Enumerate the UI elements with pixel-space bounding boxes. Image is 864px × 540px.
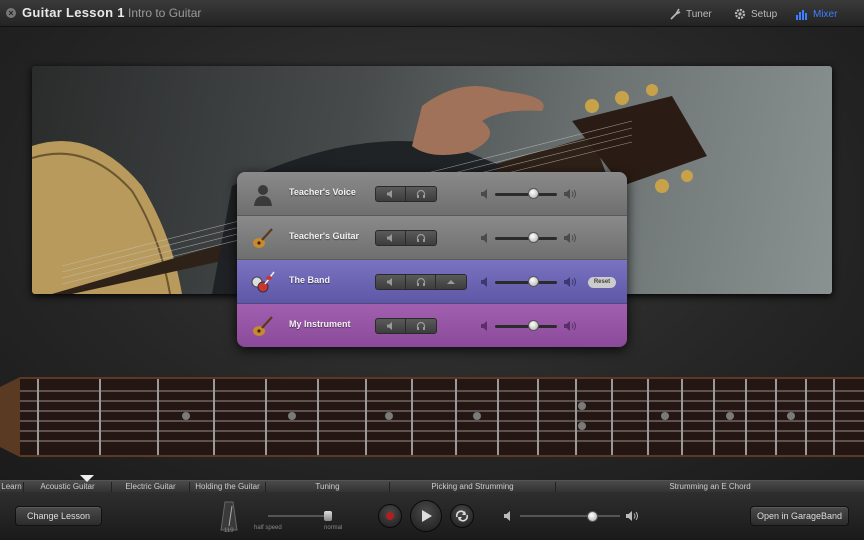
speaker-mute-icon: [386, 322, 392, 330]
headphones-icon: [416, 321, 426, 330]
track-buttons: [375, 186, 437, 202]
speaker-mute-icon: [386, 234, 392, 242]
speed-slider-knob[interactable]: [324, 511, 332, 521]
track-buttons: [375, 230, 437, 246]
solo-headphones-button[interactable]: [406, 231, 436, 245]
solo-headphones-button[interactable]: [406, 187, 436, 201]
speaker-mute-icon: [386, 190, 392, 198]
tuner-button[interactable]: Tuner: [668, 7, 712, 21]
solo-headphones-button[interactable]: [406, 319, 436, 333]
master-volume-slider[interactable]: [520, 511, 620, 522]
mixer-button[interactable]: Mixer: [795, 7, 837, 21]
playhead-marker[interactable]: [80, 475, 94, 482]
volume-knob[interactable]: [528, 276, 540, 287]
expand-band-button[interactable]: [436, 275, 466, 289]
track-volume-slider[interactable]: [495, 188, 557, 199]
record-button[interactable]: [378, 504, 402, 528]
acoustic-guitar-icon: [253, 316, 273, 336]
loop-button[interactable]: [450, 504, 474, 528]
volume-low-icon: [481, 321, 487, 331]
mixer-track-the-band: The Band Reset: [237, 260, 627, 304]
mixer-track-my-instrument: My Instrument: [237, 304, 627, 347]
person-silhouette-icon: [254, 185, 272, 206]
track-name: The Band: [289, 275, 331, 285]
volume-high-icon: [564, 321, 576, 331]
mute-button[interactable]: [376, 275, 406, 289]
band-instruments-icon: [251, 271, 275, 293]
speaker-mute-icon: [386, 278, 392, 286]
play-button[interactable]: [410, 500, 442, 532]
mute-button[interactable]: [376, 319, 406, 333]
volume-low-icon: [481, 233, 487, 243]
volume-high-icon: [564, 189, 576, 199]
triangle-up-icon: [447, 280, 455, 284]
track-volume-slider[interactable]: [495, 232, 557, 243]
volume-low-icon: [481, 189, 487, 199]
tuner-label: Tuner: [686, 8, 712, 20]
volume-high-icon: [564, 277, 576, 287]
volume-high-icon: [564, 233, 576, 243]
mixer-panel: Teacher's Voice Teacher's Guitar The Ban…: [237, 172, 627, 347]
play-icon: [422, 510, 432, 522]
headphones-icon: [416, 233, 426, 242]
mixer-label: Mixer: [813, 8, 838, 20]
setup-label: Setup: [751, 8, 778, 20]
mixer-track-teachers-voice: Teacher's Voice: [237, 172, 627, 216]
loop-icon: [455, 510, 469, 522]
mute-button[interactable]: [376, 187, 406, 201]
volume-high-icon: [626, 511, 638, 521]
master-volume-knob[interactable]: [586, 511, 598, 522]
track-volume-slider[interactable]: [495, 276, 557, 287]
volume-low-icon: [481, 277, 487, 287]
record-dot-icon: [386, 512, 394, 520]
change-lesson-button[interactable]: Change Lesson: [15, 506, 102, 526]
acoustic-guitar-icon: [253, 228, 273, 248]
title-bar: × Guitar Lesson 1 Intro to Guitar Tuner …: [0, 0, 864, 27]
close-lesson-button[interactable]: ×: [6, 8, 16, 18]
volume-knob[interactable]: [528, 188, 540, 199]
speed-max-label: normal: [324, 525, 343, 531]
track-buttons: [375, 318, 437, 334]
track-volume-slider[interactable]: [495, 320, 557, 331]
fretboard-display[interactable]: [0, 377, 864, 457]
volume-knob[interactable]: [528, 232, 540, 243]
lesson-title: Guitar Lesson 1: [22, 5, 125, 20]
mixer-bars-icon: [796, 10, 807, 20]
open-in-garageband-button[interactable]: Open in GarageBand: [750, 506, 849, 526]
solo-headphones-button[interactable]: [406, 275, 436, 289]
volume-low-icon: [504, 511, 510, 521]
speed-min-label: half speed: [254, 525, 282, 531]
mixer-track-teachers-guitar: Teacher's Guitar: [237, 216, 627, 260]
track-name: Teacher's Voice: [289, 187, 356, 197]
lesson-subtitle: Intro to Guitar: [128, 6, 202, 20]
track-buttons: [375, 274, 467, 290]
headphones-icon: [416, 277, 425, 286]
headphones-icon: [416, 189, 426, 198]
setup-button[interactable]: Setup: [733, 7, 777, 21]
volume-knob[interactable]: [528, 320, 540, 331]
playback-speed-slider[interactable]: [268, 511, 332, 521]
track-name: My Instrument: [289, 319, 351, 329]
track-name: Teacher's Guitar: [289, 231, 360, 241]
mute-button[interactable]: [376, 231, 406, 245]
control-bar: Change Lesson 119 half speed normal Open…: [0, 492, 864, 540]
tuning-fork-icon: [670, 8, 681, 20]
gear-icon: [734, 8, 746, 20]
band-reset-button[interactable]: Reset: [588, 277, 616, 288]
chapter-timeline: Learn Acoustic Guitar Electric Guitar Ho…: [0, 480, 864, 493]
tempo-value: 119: [224, 528, 234, 534]
